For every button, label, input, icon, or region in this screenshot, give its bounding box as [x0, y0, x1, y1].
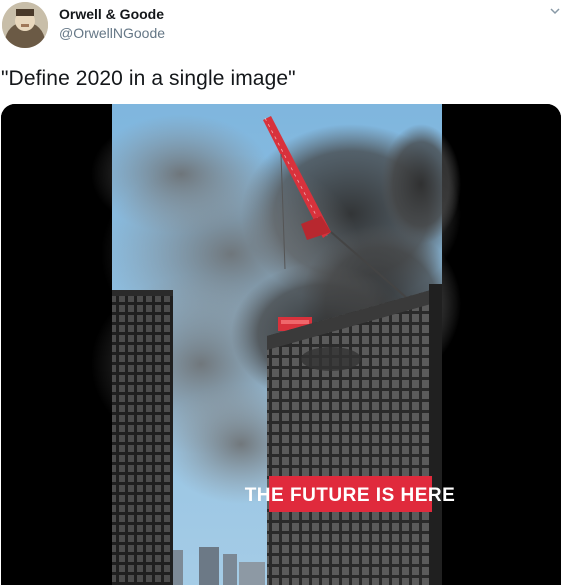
- video-frame: THE FUTURE IS HERE: [1, 104, 561, 585]
- author-name[interactable]: Orwell & Goode: [59, 6, 164, 22]
- chevron-down-icon[interactable]: [549, 4, 561, 16]
- future-banner: THE FUTURE IS HERE: [245, 476, 456, 512]
- tweet-media-video[interactable]: THE FUTURE IS HERE: [1, 104, 561, 585]
- tweet-header: Orwell & Goode @OrwellNGoode: [0, 0, 561, 56]
- avatar-image: [2, 2, 48, 48]
- tweet-card: Orwell & Goode @OrwellNGoode "Define 202…: [0, 0, 561, 585]
- author-handle[interactable]: @OrwellNGoode: [59, 25, 165, 41]
- left-building: [112, 290, 173, 585]
- tweet-text: "Define 2020 in a single image": [1, 67, 296, 90]
- avatar[interactable]: [2, 2, 48, 48]
- burning-building: [267, 284, 442, 585]
- banner-text: THE FUTURE IS HERE: [245, 485, 456, 506]
